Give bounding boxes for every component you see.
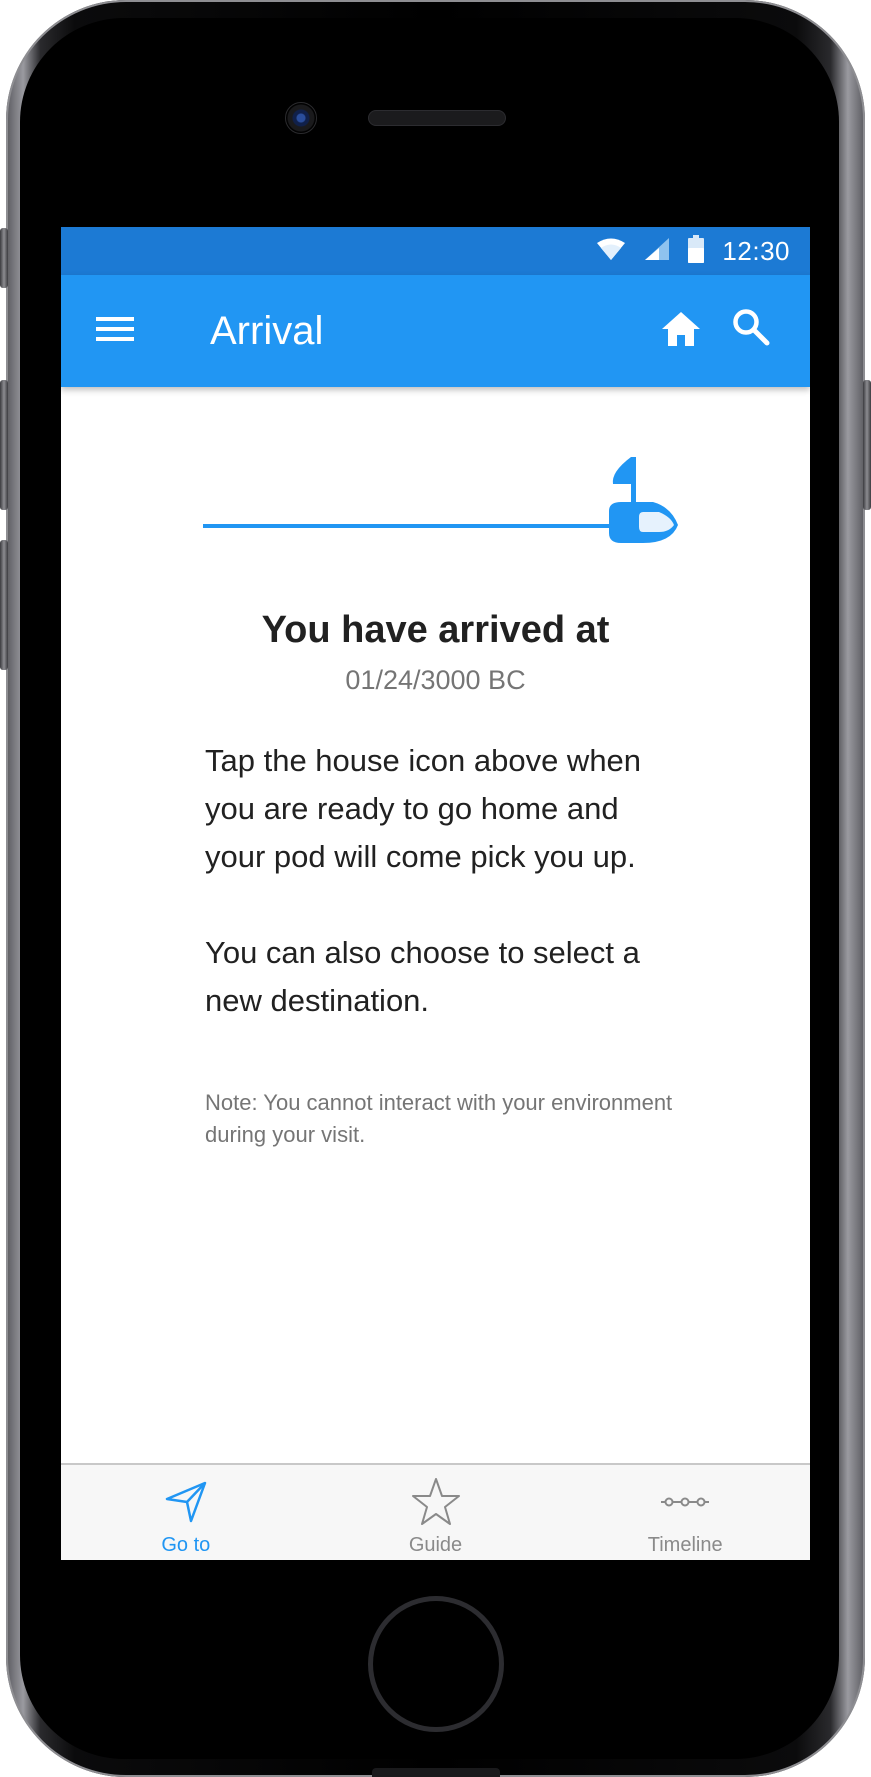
volume-up-button: [0, 380, 8, 510]
bottom-navigation: Go to Guide Timeline: [61, 1463, 810, 1560]
device-home-button: [368, 1596, 504, 1732]
status-time: 12:30: [722, 235, 790, 266]
tab-label: Guide: [408, 1534, 463, 1556]
lightning-port: [372, 1768, 500, 1777]
house-icon: [661, 311, 701, 352]
arrival-date: 01/24/3000 BC: [345, 665, 526, 695]
search-icon: [732, 308, 770, 351]
power-button: [863, 380, 871, 510]
star-icon: [411, 1477, 461, 1527]
pod-with-flag-icon: [203, 447, 683, 557]
front-camera: [285, 102, 317, 134]
page-title: Arrival: [210, 309, 324, 353]
visit-note: Note: You cannot interact with your envi…: [205, 1090, 673, 1147]
status-bar: 12:30: [61, 227, 810, 275]
app-bar: Arrival: [61, 275, 810, 387]
navigation-arrow-icon: [161, 1477, 211, 1527]
alternative-paragraph: You can also choose to select a new dest…: [205, 935, 640, 1018]
timeline-icon: [660, 1477, 710, 1527]
arrival-content: You have arrived at 01/24/3000 BC Tap th…: [61, 387, 810, 1463]
mute-switch: [0, 228, 8, 288]
search-button[interactable]: [725, 303, 777, 355]
tab-label: Timeline: [647, 1534, 723, 1556]
hamburger-menu-icon: [96, 315, 134, 348]
battery-icon: [688, 234, 705, 268]
tab-label: Go to: [161, 1534, 211, 1556]
status-icons: 12:30: [596, 227, 790, 275]
volume-down-button: [0, 540, 8, 670]
tab-timeline[interactable]: Timeline: [560, 1465, 810, 1560]
home-button[interactable]: [655, 305, 707, 357]
wifi-icon: [596, 237, 626, 266]
menu-button[interactable]: [89, 305, 141, 357]
app-screen: 12:30 Arrival You have arrived at 01/24/…: [61, 227, 810, 1560]
tab-go-to[interactable]: Go to: [61, 1465, 311, 1560]
arrival-headline: You have arrived at: [261, 609, 610, 651]
instruction-paragraph: Tap the house icon above when you are re…: [205, 743, 642, 874]
earpiece-speaker: [368, 110, 506, 126]
signal-icon: [644, 237, 670, 266]
device-mockup: 12:30 Arrival You have arrived at 01/24/…: [0, 0, 871, 1777]
tab-guide[interactable]: Guide: [311, 1465, 561, 1560]
